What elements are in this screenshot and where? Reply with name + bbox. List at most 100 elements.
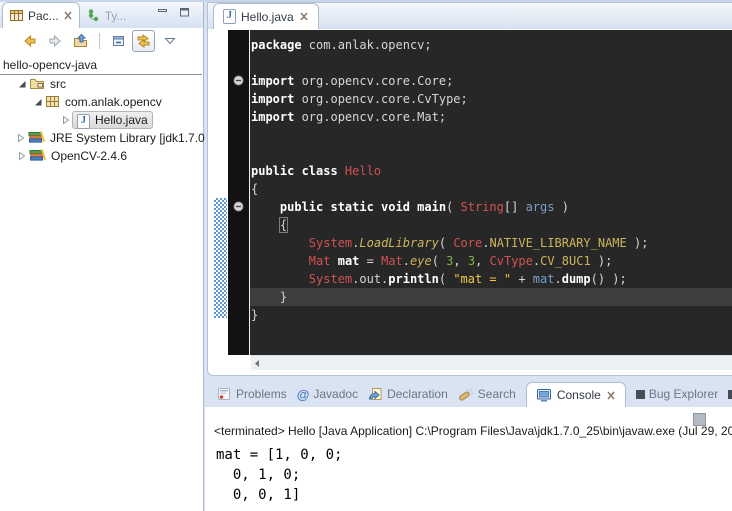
- java-file-icon: J: [77, 114, 90, 129]
- horizontal-scrollbar[interactable]: [251, 355, 732, 370]
- javadoc-icon: @: [297, 388, 310, 401]
- tree-item-label: Hello.java: [95, 113, 148, 127]
- plugin-icon: [728, 390, 732, 399]
- back-arrow-icon: [21, 33, 38, 49]
- tree-selection: J Hello.java: [72, 111, 153, 129]
- tree-item-com-anlak-opencv[interactable]: com.anlak.opencv: [0, 93, 203, 111]
- package-explorer-toolbar: [0, 28, 203, 54]
- fold-minus-icon[interactable]: [233, 201, 244, 212]
- tab-bug[interactable]: Bug: [728, 382, 732, 407]
- code-line-15: }: [250, 288, 732, 306]
- code-text[interactable]: package com.anlak.opencv; import org.open…: [250, 30, 732, 355]
- editor-tabstrip: J Hello.java: [208, 3, 732, 29]
- up-folder-icon: [73, 33, 90, 49]
- tree-item-label: src: [50, 77, 66, 91]
- console-line: 0, 0, 1]: [216, 485, 732, 505]
- scroll-left-icon[interactable]: [253, 359, 261, 368]
- src-folder-icon: [29, 76, 45, 90]
- toolbar-separator: [99, 33, 100, 49]
- tree-item-jre-system-library-jdk1-7-0[interactable]: JRE System Library [jdk1.7.0: [0, 129, 203, 147]
- tab-label: Bug Explorer: [649, 387, 718, 401]
- editor-tab-hello-java[interactable]: J Hello.java: [213, 3, 319, 29]
- view-menu-icon: [164, 37, 176, 45]
- tab-label: Javadoc: [313, 387, 358, 401]
- fold-minus-icon[interactable]: [233, 75, 244, 86]
- maximize-icon[interactable]: [179, 7, 191, 18]
- tab-console[interactable]: Console: [526, 382, 626, 408]
- forward-arrow-button[interactable]: [44, 30, 67, 52]
- tab-label: Problems: [236, 387, 287, 401]
- library-icon: [28, 130, 45, 144]
- type-hierarchy-icon: [86, 8, 101, 23]
- tree-item-label: com.anlak.opencv: [65, 95, 162, 109]
- tab-label: Ty...: [105, 9, 127, 23]
- expand-closed-icon[interactable]: [16, 133, 26, 143]
- code-line-6: [250, 126, 732, 144]
- view-window-buttons: [157, 7, 191, 18]
- tab-search[interactable]: Search: [458, 382, 516, 407]
- link-editor-button[interactable]: [132, 30, 155, 52]
- collapse-all-button[interactable]: [106, 30, 129, 52]
- package-explorer-icon: [9, 8, 24, 23]
- tab-label: Console: [557, 388, 601, 402]
- code-line-2: [250, 54, 732, 72]
- library-icon: [29, 148, 46, 162]
- tree-item-label: OpenCV-2.4.6: [51, 149, 127, 163]
- tree-item-project[interactable]: hello-opencv-java: [0, 58, 203, 72]
- tab-label: Declaration: [387, 387, 448, 401]
- code-line-10: public static void main( String[] args ): [250, 198, 732, 216]
- code-line-8: public class Hello: [250, 162, 732, 180]
- forward-arrow-icon: [47, 33, 64, 49]
- up-folder-button[interactable]: [70, 30, 93, 52]
- code-line-12: System.LoadLibrary( Core.NATIVE_LIBRARY_…: [250, 234, 732, 252]
- left-view-tabstrip: Pac... Ty...: [0, 2, 203, 28]
- editor-area: J Hello.java package com.anlak.opencv; im…: [207, 2, 732, 376]
- close-icon[interactable]: [63, 11, 73, 20]
- code-line-13: Mat mat = Mat.eye( 3, 3, CvType.CV_8UC1 …: [250, 252, 732, 270]
- code-line-3: import org.opencv.core.Core;: [250, 72, 732, 90]
- console-line: mat = [1, 0, 0;: [216, 445, 732, 465]
- minimize-icon[interactable]: [157, 7, 169, 18]
- collapse-all-icon: [110, 33, 126, 49]
- tab-label: Pac...: [28, 9, 59, 23]
- bottom-view: Problems @Javadoc Declaration Search Console…: [205, 381, 732, 511]
- java-file-icon: J: [223, 9, 236, 24]
- tab-declaration[interactable]: Declaration: [368, 382, 448, 407]
- console-view: <terminated> Hello [Java Application] C:…: [205, 407, 732, 511]
- tab-javadoc[interactable]: @Javadoc: [297, 382, 358, 407]
- code-line-16: }: [250, 306, 732, 324]
- view-menu-button[interactable]: [158, 30, 181, 52]
- vertical-ruler: [208, 30, 228, 355]
- tree-item-src[interactable]: src: [0, 75, 203, 93]
- link-editor-icon: [135, 33, 152, 49]
- tab-pac[interactable]: Pac...: [2, 2, 80, 28]
- code-line-4: import org.opencv.core.CvType;: [250, 90, 732, 108]
- tree-item-hello-java[interactable]: J Hello.java: [0, 111, 203, 129]
- console-line: 0, 1, 0;: [216, 465, 732, 485]
- package-explorer-view: Pac... Ty... hello-opencv-java src com.anl…: [0, 2, 204, 511]
- tab-ty[interactable]: Ty...: [80, 3, 133, 28]
- close-icon[interactable]: [299, 12, 309, 21]
- console-status: <terminated> Hello [Java Application] C:…: [214, 424, 732, 438]
- console-icon: [536, 388, 552, 402]
- code-line-7: [250, 144, 732, 162]
- plugin-icon: [636, 390, 645, 399]
- expand-open-icon[interactable]: [17, 79, 27, 89]
- expand-open-icon[interactable]: [33, 97, 43, 107]
- code-line-14: System.out.println( "mat = " + mat.dump(…: [250, 270, 732, 288]
- tree-item-opencv-2-4-6[interactable]: OpenCV-2.4.6: [0, 147, 203, 165]
- console-output[interactable]: mat = [1, 0, 0; 0, 1, 0; 0, 0, 1]: [216, 445, 732, 511]
- close-icon[interactable]: [606, 391, 616, 400]
- tab-bug-explorer[interactable]: Bug Explorer: [636, 382, 718, 407]
- tab-problems[interactable]: Problems: [217, 382, 287, 407]
- tab-label: Search: [478, 387, 516, 401]
- expand-closed-icon[interactable]: [61, 115, 71, 125]
- code-editor[interactable]: package com.anlak.opencv; import org.open…: [208, 30, 732, 355]
- editor-tab-label: Hello.java: [241, 10, 294, 24]
- code-line-11: {: [250, 216, 732, 234]
- expand-closed-icon[interactable]: [17, 151, 27, 161]
- back-arrow-button[interactable]: [18, 30, 41, 52]
- package-icon: [45, 94, 60, 108]
- code-line-1: package com.anlak.opencv;: [250, 36, 732, 54]
- tree-item-label: JRE System Library [jdk1.7.0: [50, 131, 205, 145]
